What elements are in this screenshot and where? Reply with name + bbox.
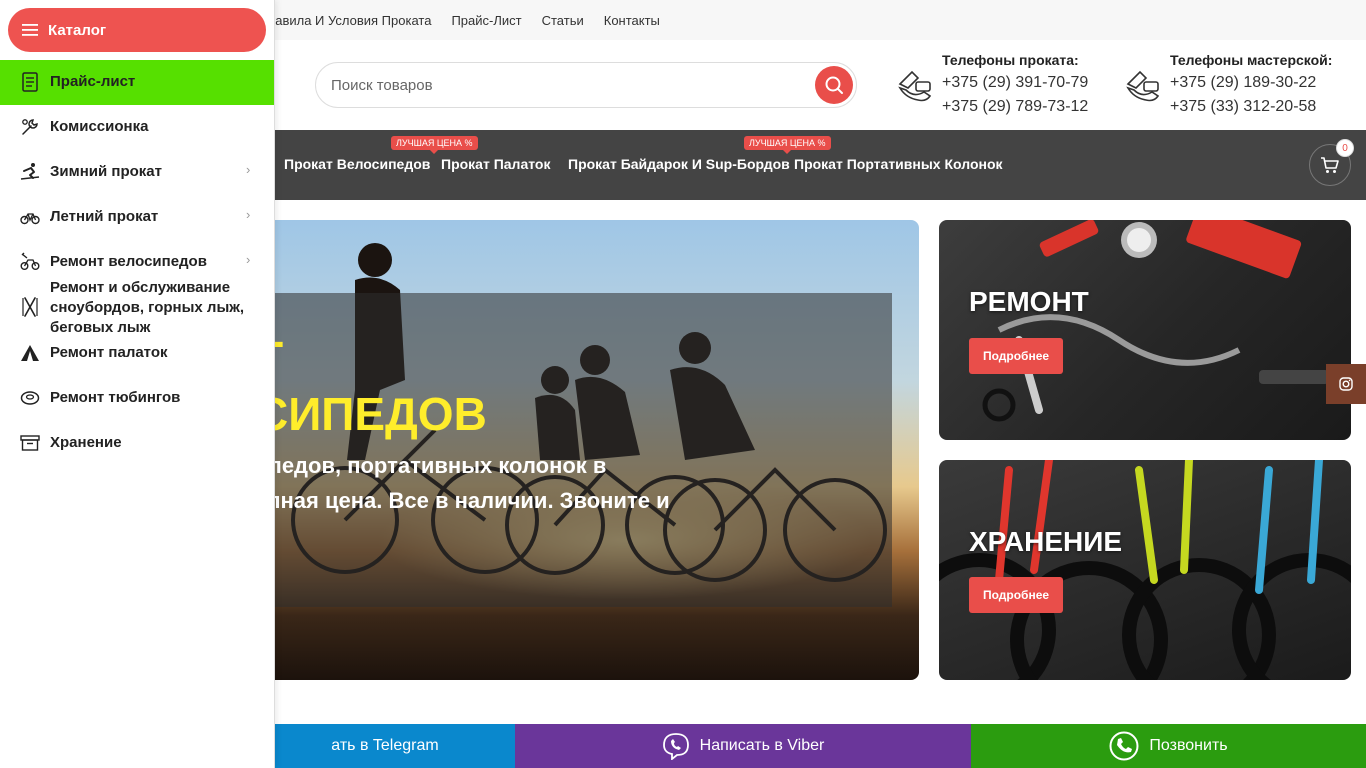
catalog-drawer: Каталог Прайс-лист Комиссионка Зимний пр… xyxy=(0,0,275,768)
cart-icon xyxy=(1321,157,1339,173)
catalog-item-tent-repair[interactable]: Ремонт палаток xyxy=(0,340,274,375)
workshop-phone-1[interactable]: +375 (29) 189-30-22 xyxy=(1170,74,1316,92)
hero-title-line-2: СИПЕДОВ xyxy=(255,388,487,440)
phone-call-icon xyxy=(1109,731,1139,761)
wrench-icon xyxy=(22,119,38,135)
catalog-item-label: Комиссионка xyxy=(50,118,149,135)
cart-count: 0 xyxy=(1336,139,1354,157)
top-link-rules[interactable]: равила И Условия Проката xyxy=(268,13,431,28)
hero-text-line-2: упная цена. Все в наличии. Звоните и xyxy=(255,488,670,513)
catalog-item-commission[interactable]: Комиссионка xyxy=(0,105,274,150)
storage-card-title: ХРАНЕНИЕ xyxy=(969,526,1123,557)
bicycle-icon xyxy=(20,213,40,225)
chevron-right-icon: › xyxy=(246,207,251,222)
storage-card[interactable]: ХРАНЕНИЕ Подробнее xyxy=(939,460,1351,680)
price-list-icon xyxy=(22,72,38,92)
catalog-item-label: Летний прокат xyxy=(50,208,159,225)
skis-icon xyxy=(22,297,38,317)
repair-card-title: РЕМОНТ xyxy=(969,286,1089,317)
rental-phone-2[interactable]: +375 (29) 789-73-12 xyxy=(942,98,1088,116)
catalog-item-summer-rental[interactable]: Летний прокат › xyxy=(0,195,274,240)
catalog-item-winter-rental[interactable]: Зимний прокат › xyxy=(0,150,274,195)
nav-item-bike-rental[interactable]: Прокат Велосипедов xyxy=(284,156,430,172)
repair-more-button[interactable]: Подробнее xyxy=(969,338,1063,374)
call-label: Позвонить xyxy=(1149,737,1228,754)
tubing-icon xyxy=(20,391,40,405)
catalog-item-tubing-repair[interactable]: Ремонт тюбингов xyxy=(0,375,274,420)
bikes-storage-image xyxy=(939,460,1351,680)
telegram-label: ать в Telegram xyxy=(331,737,439,754)
workshop-phone-2[interactable]: +375 (33) 312-20-58 xyxy=(1170,98,1316,116)
nav-item-kayak-rental[interactable]: Прокат Байдарок И Sup-Бордов xyxy=(568,156,790,172)
catalog-item-label: Ремонт велосипедов xyxy=(50,253,207,270)
best-price-badge: ЛУЧШАЯ ЦЕНА % xyxy=(391,136,478,154)
catalog-item-label: Ремонт тюбингов xyxy=(50,389,181,406)
tent-icon xyxy=(21,345,39,361)
chevron-right-icon: › xyxy=(246,252,251,267)
top-link-price-list[interactable]: Прайс-Лист xyxy=(451,13,521,28)
nav-item-speaker-rental[interactable]: Прокат Портативных Колонок xyxy=(794,156,1003,172)
viber-icon xyxy=(662,733,689,760)
catalog-item-label: Ремонт и обслуживание сноубордов, горных… xyxy=(50,279,245,336)
catalog-item-ski-service[interactable]: Ремонт и обслуживание сноубордов, горных… xyxy=(0,279,274,340)
catalog-item-label: Ремонт палаток xyxy=(50,344,168,361)
menu-burger-icon xyxy=(22,24,38,36)
viber-label: Написать в Viber xyxy=(699,737,825,754)
repair-card[interactable]: РЕМОНТ Подробнее xyxy=(939,220,1351,440)
search-icon xyxy=(825,76,843,94)
cart-button[interactable]: 0 xyxy=(1309,139,1354,186)
rental-phones-title: Телефоны проката: xyxy=(942,52,1079,68)
phone-icon xyxy=(1126,70,1160,102)
catalog-item-label: Хранение xyxy=(50,434,122,451)
catalog-item-label: Прайс-лист xyxy=(50,73,136,90)
call-button[interactable]: Позвонить xyxy=(971,724,1366,768)
catalog-item-price-list[interactable]: Прайс-лист xyxy=(0,60,274,105)
catalog-button[interactable]: Каталог xyxy=(8,8,266,52)
storage-box-icon xyxy=(20,435,40,451)
search-input[interactable] xyxy=(331,63,801,107)
tools-image xyxy=(982,220,1329,422)
nav-item-tent-rental[interactable]: Прокат Палаток xyxy=(441,156,550,172)
chevron-right-icon: › xyxy=(246,162,251,177)
catalog-item-storage[interactable]: Хранение xyxy=(0,420,274,465)
top-link-articles[interactable]: Статьи xyxy=(542,13,584,28)
search-button[interactable] xyxy=(815,66,853,104)
search-box xyxy=(315,62,857,108)
best-price-badge: ЛУЧШАЯ ЦЕНА % xyxy=(744,136,831,154)
instagram-icon xyxy=(1339,377,1353,391)
skier-icon xyxy=(20,163,40,180)
bike-repair-icon xyxy=(20,252,40,270)
top-link-contacts[interactable]: Контакты xyxy=(604,13,660,28)
catalog-item-label: Зимний прокат xyxy=(50,163,162,180)
catalog-button-label: Каталог xyxy=(48,21,107,39)
rental-phone-1[interactable]: +375 (29) 391-70-79 xyxy=(942,74,1088,92)
viber-button[interactable]: Написать в Viber xyxy=(515,724,971,768)
phone-icon xyxy=(898,70,932,102)
hero-banner[interactable]: Т СИПЕДОВ ипедов, портативных колонок в … xyxy=(255,220,919,680)
hero-text-line-1: ипедов, портативных колонок в xyxy=(255,453,607,478)
instagram-button[interactable] xyxy=(1326,364,1366,404)
hero-text-overlay: Т СИПЕДОВ ипедов, портативных колонок в … xyxy=(255,293,892,607)
storage-more-button[interactable]: Подробнее xyxy=(969,577,1063,613)
workshop-phones-title: Телефоны мастерской: xyxy=(1170,52,1333,68)
top-links: равила И Условия Проката Прайс-Лист Стат… xyxy=(268,0,680,40)
